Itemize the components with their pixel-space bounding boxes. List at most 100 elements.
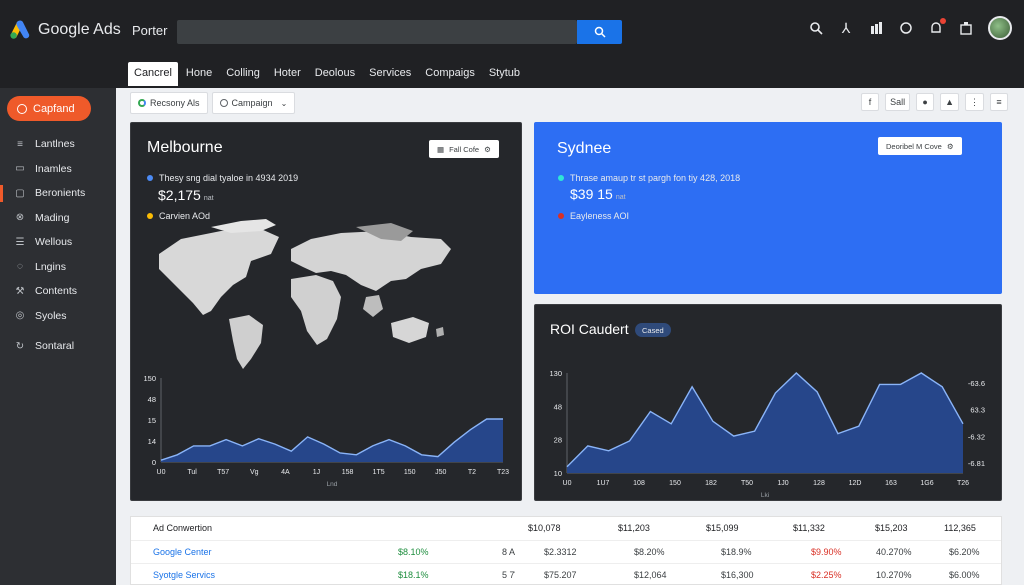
column-header: $11,332 <box>793 523 825 533</box>
avatar[interactable] <box>988 16 1012 40</box>
sidebar-item-label: Contents <box>35 285 78 298</box>
row-code: 5 7̇ <box>502 570 515 580</box>
sidebar-item-label: Lngins <box>35 260 66 273</box>
tab-hoter[interactable]: Hoter <box>268 62 307 86</box>
search-button[interactable] <box>577 20 622 44</box>
location-icon: ◌ <box>17 261 23 273</box>
settings-icon: ⚙ <box>946 141 954 151</box>
sidebar-item-wellous[interactable]: ☰ Wellous <box>0 230 116 255</box>
warning-button[interactable]: ▲ <box>940 93 959 111</box>
tab-cancrel[interactable]: Cancrel <box>128 62 178 86</box>
row-value: $12,064 <box>634 570 667 580</box>
x-tick-label: U0 <box>157 469 166 476</box>
reports-icon[interactable] <box>868 20 884 36</box>
column-header: $10,078 <box>528 523 561 533</box>
search-input[interactable] <box>177 20 577 44</box>
tab-colling[interactable]: Colling <box>220 62 266 86</box>
row-pct: $8.10% <box>398 547 429 557</box>
row-name-link[interactable]: Syotgle Servics <box>153 570 215 580</box>
row-pct: $18.1% <box>398 570 429 580</box>
sidebar-item-lantlnes[interactable]: ≡ Lantlnes <box>0 132 116 157</box>
melbourne-card: Melbourne ▦ Fall Cofe ⚙ Thesy sng dial t… <box>130 122 522 501</box>
tab-stytub[interactable]: Stytub <box>483 62 526 86</box>
sydnee-action-button[interactable]: Deoribel M Cove ⚙ <box>878 137 962 155</box>
row-value: 40.270% <box>876 547 912 557</box>
x-tick-label: 108 <box>633 480 645 487</box>
x-tick-label: 1J0 <box>777 480 788 487</box>
x-tick-label: U0 <box>563 480 572 487</box>
metric-clicks: Thesy sng dial tyaloe in 4934 2019 <box>147 173 298 183</box>
sidebar-item-inamles[interactable]: ▭ Inamles <box>0 157 116 182</box>
account-name[interactable]: Porter <box>132 23 167 38</box>
x-tick-label: 182 <box>705 480 717 487</box>
chevron-down-icon: ⌄ <box>280 98 288 108</box>
column-header[interactable]: Ad Conwertion <box>153 523 212 533</box>
x-tick-label: 4A <box>281 469 290 476</box>
top-bar: Google Ads Porter ⅄ <box>0 0 1024 58</box>
x-axis-label: Lnd <box>327 481 338 488</box>
sidebar-item-label: Lantlnes <box>35 138 75 151</box>
metric-value: $2,175 nat <box>158 187 214 203</box>
metric-label: Eayleness AOI <box>570 211 630 221</box>
x-tick-label: T57 <box>217 469 229 476</box>
tab-compaigs[interactable]: Compaigs <box>419 62 481 86</box>
row-name-link[interactable]: Google Center <box>153 547 212 557</box>
row-value: $8.20% <box>634 547 665 557</box>
y-tick-label: 28 <box>554 436 562 445</box>
more-button[interactable]: ⋮ <box>965 93 984 111</box>
google-ads-logo[interactable] <box>9 19 31 41</box>
metric-amount: $2,175 <box>158 187 201 203</box>
table-row[interactable]: Syotgle Servics $18.1% 5 7̇ $75.207 $12,… <box>131 563 1001 585</box>
menu-button[interactable]: ≡ <box>990 93 1008 111</box>
x-tick-label: Tul <box>187 469 197 476</box>
sidebar-item-label: Beronients <box>35 187 86 200</box>
x-tick-label: T23 <box>497 469 509 476</box>
tab-deolous[interactable]: Deolous <box>309 62 361 86</box>
notifications-icon[interactable] <box>928 18 946 36</box>
tools-icon[interactable]: ⅄ <box>838 20 854 36</box>
tab-services[interactable]: Services <box>363 62 417 86</box>
refresh-icon: ↻ <box>15 340 25 352</box>
sidebar-item-beronients[interactable]: ▢ Beronients <box>0 181 116 206</box>
x-tick-label: 1G6 <box>920 480 933 487</box>
x-tick-label: T50 <box>741 480 753 487</box>
x-axis-label: Lki <box>761 492 769 499</box>
search-icon[interactable] <box>808 20 824 36</box>
filter-chip-label: Campaign <box>231 98 273 108</box>
create-button[interactable]: Capfand <box>7 96 91 121</box>
filter-chip-recsony[interactable]: Recsony Als <box>130 92 208 114</box>
sall-button[interactable]: Sall <box>885 93 911 111</box>
table-row[interactable]: Google Center $8.10% 8 A $2.3312 $8.20% … <box>131 540 1001 563</box>
card-title: Sydnee <box>557 140 612 157</box>
x-tick-label: 1T5 <box>373 469 385 476</box>
record-button[interactable]: ● <box>916 93 935 111</box>
sidebar-item-label: Syoles <box>35 309 67 322</box>
legend-dot <box>558 175 564 181</box>
x-tick-label: 12D <box>849 480 862 487</box>
status-badge[interactable]: Cased <box>635 323 671 337</box>
row-value: $6.00% <box>949 570 980 580</box>
facebook-button[interactable]: f <box>861 93 880 111</box>
help-icon[interactable] <box>898 20 914 36</box>
sidebar-item-mading[interactable]: ⊗ Mading <box>0 206 116 231</box>
filter-chip-campaign[interactable]: Campaign ⌄ <box>211 92 296 114</box>
settings-icon[interactable] <box>958 20 974 36</box>
square-icon: ▢ <box>15 187 25 199</box>
plus-icon <box>17 103 27 114</box>
legend-dot <box>558 213 564 219</box>
melbourne-action-button[interactable]: ▦ Fall Cofe ⚙ <box>429 140 499 158</box>
y-tick-label: 15 <box>148 416 156 425</box>
melbourne-chart: 150 48 15 14 0U0 Tul T57 Vg 4A 1J 158 1T5 150 J50 T2 T2… <box>143 374 509 488</box>
sidebar-item-contents[interactable]: ⚒ Contents <box>0 279 116 304</box>
sidebar-item-lngins[interactable]: ◌ Lngins <box>0 255 116 280</box>
tab-hone[interactable]: Hone <box>180 62 218 86</box>
column-header: $15,203 <box>875 523 908 533</box>
x-tick-label: T2 <box>468 469 476 476</box>
metric-suffix: nat <box>615 194 626 201</box>
right-tick-label: 63.3 <box>970 406 985 415</box>
sidebar-item-syoles[interactable]: ◎ Syoles <box>0 304 116 329</box>
notification-dot <box>940 18 946 24</box>
card-title: Melbourne <box>147 139 223 156</box>
sidebar-item-sontaral[interactable]: ↻ Sontaral <box>0 334 116 359</box>
row-value: $2.3312 <box>544 547 577 557</box>
